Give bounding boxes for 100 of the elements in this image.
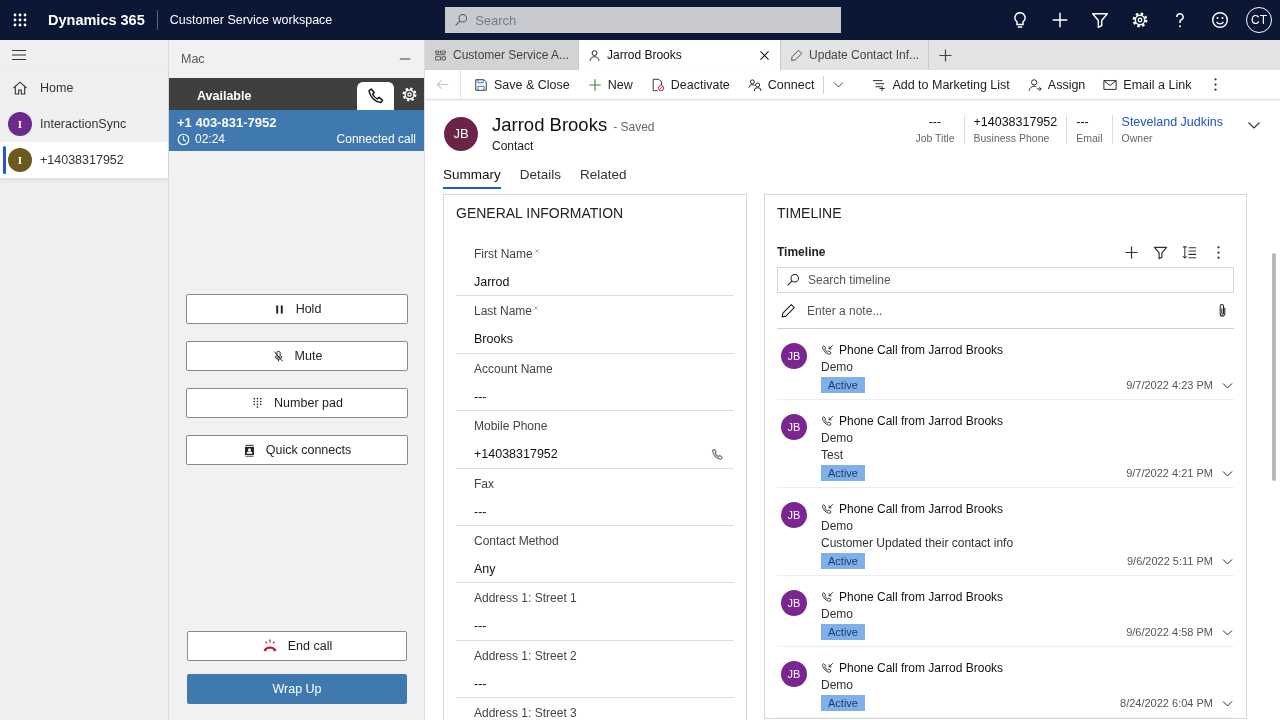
header-field-value: --- <box>928 115 942 129</box>
add-tab-icon[interactable] <box>938 47 954 63</box>
status-badge: Active <box>821 695 865 711</box>
timeline-item[interactable]: JB Phone Call from Jarrod Brooks Demo Customer Updated their contact info Active 9/6/2022 5:11 PM <box>777 488 1234 576</box>
muted-microphone-icon <box>271 349 285 363</box>
call-state: Connected call <box>336 132 416 146</box>
section-title: GENERAL INFORMATION <box>456 204 625 223</box>
sidebar-item[interactable]: I InteractionSync <box>0 106 168 142</box>
command-button[interactable]: New <box>578 69 642 100</box>
activity-date: 9/7/2022 4:21 PM <box>1126 467 1213 479</box>
session-avatar: I <box>8 112 32 136</box>
envelope-icon <box>1103 77 1118 92</box>
sort-icon[interactable] <box>1182 244 1197 260</box>
phone-icon <box>366 87 385 105</box>
activity-title: Phone Call from Jarrod Brooks <box>839 414 1004 428</box>
person-icon <box>588 48 602 62</box>
field-label: First Name <box>474 247 533 261</box>
end-call-button[interactable]: End call <box>187 631 407 661</box>
header-field-label: Owner <box>1121 132 1154 144</box>
note-field[interactable]: Enter a note... <box>805 302 1206 319</box>
people-icon <box>747 77 762 92</box>
timeline-item[interactable]: JB Phone Call from Jarrod Brooks Demo Active 8/24/2022 6:04 PM <box>777 647 1234 718</box>
activity-avatar: JB <box>781 414 807 440</box>
timeline-item[interactable]: JB Phone Call from Jarrod Brooks Demo Active 9/6/2022 4:58 PM <box>777 576 1234 647</box>
activity-avatar: JB <box>781 661 807 687</box>
field-value[interactable]: --- <box>474 676 487 691</box>
command-button[interactable]: Add to Marketing List <box>863 69 1019 100</box>
sidebar-item-label: +14038317952 <box>40 153 124 167</box>
field-label: Address 1: Street 2 <box>474 648 577 663</box>
command-button[interactable]: Deactivate <box>641 69 739 100</box>
activity-date: 9/7/2022 4:23 PM <box>1126 379 1213 391</box>
field-value[interactable]: Jarrod <box>474 275 510 289</box>
field-value[interactable]: Brooks <box>474 332 513 347</box>
sidebar-item[interactable]: I +14038317952 <box>0 142 168 178</box>
scrollbar[interactable] <box>1272 253 1276 481</box>
session-tab[interactable]: Customer Service A... <box>425 40 580 70</box>
incoming-call-icon <box>821 661 834 675</box>
contact-card-icon <box>242 443 256 457</box>
field-label: Account Name <box>474 361 553 376</box>
activity-text: Demo <box>821 678 854 692</box>
filter-icon[interactable] <box>1091 11 1109 29</box>
wrap-up-button[interactable]: Wrap Up <box>187 674 407 704</box>
activity-text: Demo <box>821 360 854 374</box>
caller-number: +1 403-831-7952 <box>177 115 278 130</box>
form-tab[interactable]: Related <box>580 165 627 189</box>
command-button[interactable]: Assign <box>1018 69 1095 100</box>
timeline-item[interactable]: JB Phone Call from Jarrod Brooks Demo Active 9/7/2022 4:23 PM <box>777 329 1234 400</box>
activity-avatar: JB <box>781 502 807 528</box>
settings-icon[interactable] <box>400 85 418 103</box>
call-action-button[interactable]: Mute <box>186 341 408 371</box>
command-button[interactable]: Email a Link <box>1094 69 1201 100</box>
call-action-button[interactable]: Hold <box>186 294 408 324</box>
field-label: Fax <box>474 476 494 491</box>
incoming-call-icon <box>821 590 834 604</box>
close-icon[interactable] <box>758 48 772 62</box>
smiley-icon[interactable] <box>1211 11 1229 29</box>
search-field[interactable]: Search <box>445 7 842 33</box>
add-icon[interactable] <box>1124 244 1139 260</box>
status-badge: Active <box>821 624 865 640</box>
field-value[interactable]: --- <box>474 504 487 519</box>
workspace-name: Customer Service workspace <box>169 13 333 27</box>
field-label: Mobile Phone <box>474 419 548 434</box>
sidebar-item[interactable]: Home <box>0 70 168 106</box>
dashboard-icon <box>434 48 447 62</box>
record-avatar: JB <box>444 116 478 151</box>
menu-icon[interactable] <box>11 47 27 63</box>
sidebar-item-label: InteractionSync <box>40 117 127 131</box>
field-value[interactable]: --- <box>474 389 487 404</box>
settings-icon[interactable] <box>1131 11 1149 29</box>
command-button[interactable]: Save & Close <box>465 69 579 100</box>
call-action-button[interactable]: Number pad <box>186 388 408 418</box>
form-tab[interactable]: Summary <box>443 165 501 189</box>
timeline-item[interactable]: JB Phone Call from Jarrod Brooks Demo Test Active 9/7/2022 4:21 PM <box>777 400 1234 488</box>
header-field-label: Email <box>1076 132 1103 144</box>
phone-tab[interactable] <box>357 82 394 110</box>
field-value[interactable]: --- <box>474 619 487 634</box>
command-button[interactable]: Connect <box>738 69 824 100</box>
filter-icon[interactable] <box>1153 244 1168 260</box>
record-name: Jarrod Brooks <box>492 114 608 136</box>
phone-icon[interactable] <box>711 447 724 461</box>
document-icon <box>650 77 665 92</box>
pencil-icon <box>781 303 796 318</box>
call-action-button[interactable]: Quick connects <box>186 435 408 465</box>
timeline-search-field[interactable]: Search timeline <box>777 267 1234 293</box>
activity-text: Test <box>821 448 844 462</box>
activity-date: 8/24/2022 6:04 PM <box>1120 697 1213 709</box>
search-icon <box>786 273 800 287</box>
section-title: TIMELINE <box>777 204 843 223</box>
plus-icon <box>587 77 602 92</box>
app-launcher-icon[interactable] <box>12 12 28 28</box>
field-label: Contact Method <box>474 533 559 548</box>
hang-up-icon <box>261 638 278 654</box>
owner-link[interactable]: Steveland Judkins <box>1121 115 1223 129</box>
incoming-call-icon <box>821 414 834 428</box>
lightbulb-icon[interactable] <box>1011 11 1029 29</box>
session-tab[interactable]: Jarrod Brooks <box>579 40 782 70</box>
field-value[interactable]: Any <box>474 561 496 576</box>
form-tab[interactable]: Details <box>519 165 562 189</box>
field-value[interactable]: +14038317952 <box>474 447 558 462</box>
header-field-value: +14038317952 <box>973 115 1058 129</box>
